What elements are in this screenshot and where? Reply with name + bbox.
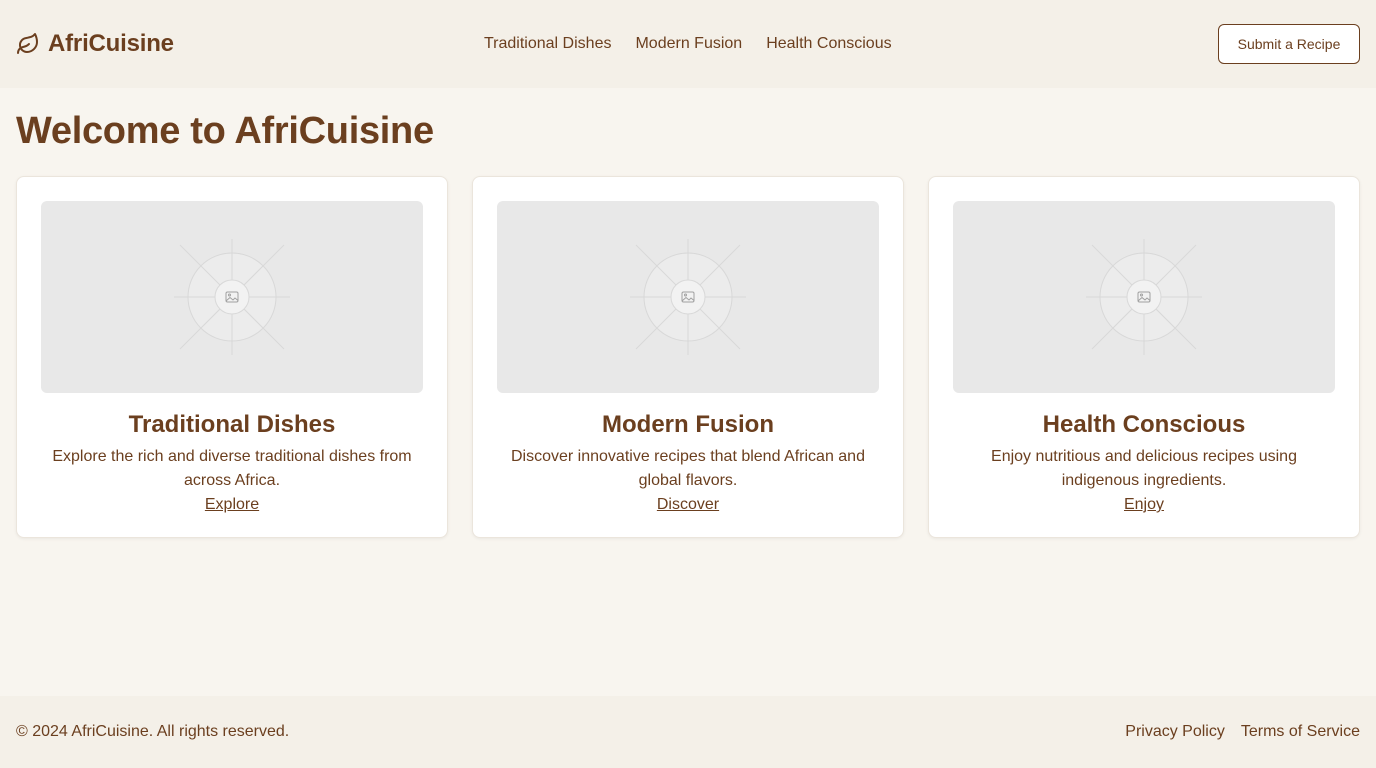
card-image-placeholder [953, 201, 1335, 393]
card-description: Enjoy nutritious and delicious recipes u… [991, 448, 1297, 489]
card-title: Traditional Dishes [128, 411, 336, 438]
submit-recipe-button[interactable]: Submit a Recipe [1218, 24, 1360, 64]
nav-traditional-dishes[interactable]: Traditional Dishes [484, 35, 611, 53]
page: AfriCuisine Traditional Dishes Modern Fu… [0, 0, 1376, 768]
card-title: Health Conscious [1042, 411, 1246, 438]
brand-link[interactable]: AfriCuisine [16, 30, 174, 58]
footer-links: Privacy Policy Terms of Service [1125, 723, 1360, 741]
site-footer: © 2024 AfriCuisine. All rights reserved.… [0, 696, 1376, 768]
brand-name: AfriCuisine [48, 30, 174, 57]
card-traditional-dishes: Traditional Dishes Explore the rich and … [16, 176, 448, 538]
page-title: Welcome to AfriCuisine [16, 110, 434, 152]
terms-of-service-link[interactable]: Terms of Service [1241, 723, 1360, 741]
card-modern-fusion: Modern Fusion Discover innovative recipe… [472, 176, 904, 538]
enjoy-link[interactable]: Enjoy [1124, 493, 1164, 517]
privacy-policy-link[interactable]: Privacy Policy [1125, 723, 1225, 741]
site-header: AfriCuisine Traditional Dishes Modern Fu… [0, 0, 1376, 88]
explore-link[interactable]: Explore [205, 493, 259, 517]
image-placeholder-icon [174, 239, 290, 355]
main-nav: Traditional Dishes Modern Fusion Health … [484, 0, 892, 88]
image-placeholder-icon [630, 239, 746, 355]
discover-link[interactable]: Discover [657, 493, 719, 517]
nav-health-conscious[interactable]: Health Conscious [766, 35, 891, 53]
card-image-placeholder [41, 201, 423, 393]
card-image-placeholder [497, 201, 879, 393]
copyright-text: © 2024 AfriCuisine. All rights reserved. [16, 723, 290, 740]
category-cards: Traditional Dishes Explore the rich and … [16, 176, 1360, 538]
card-title: Modern Fusion [602, 411, 774, 438]
card-description: Discover innovative recipes that blend A… [511, 448, 865, 489]
leaf-icon [17, 33, 38, 54]
nav-modern-fusion[interactable]: Modern Fusion [635, 35, 742, 53]
card-health-conscious: Health Conscious Enjoy nutritious and de… [928, 176, 1360, 538]
image-placeholder-icon [1086, 239, 1202, 355]
card-description: Explore the rich and diverse traditional… [52, 448, 412, 489]
